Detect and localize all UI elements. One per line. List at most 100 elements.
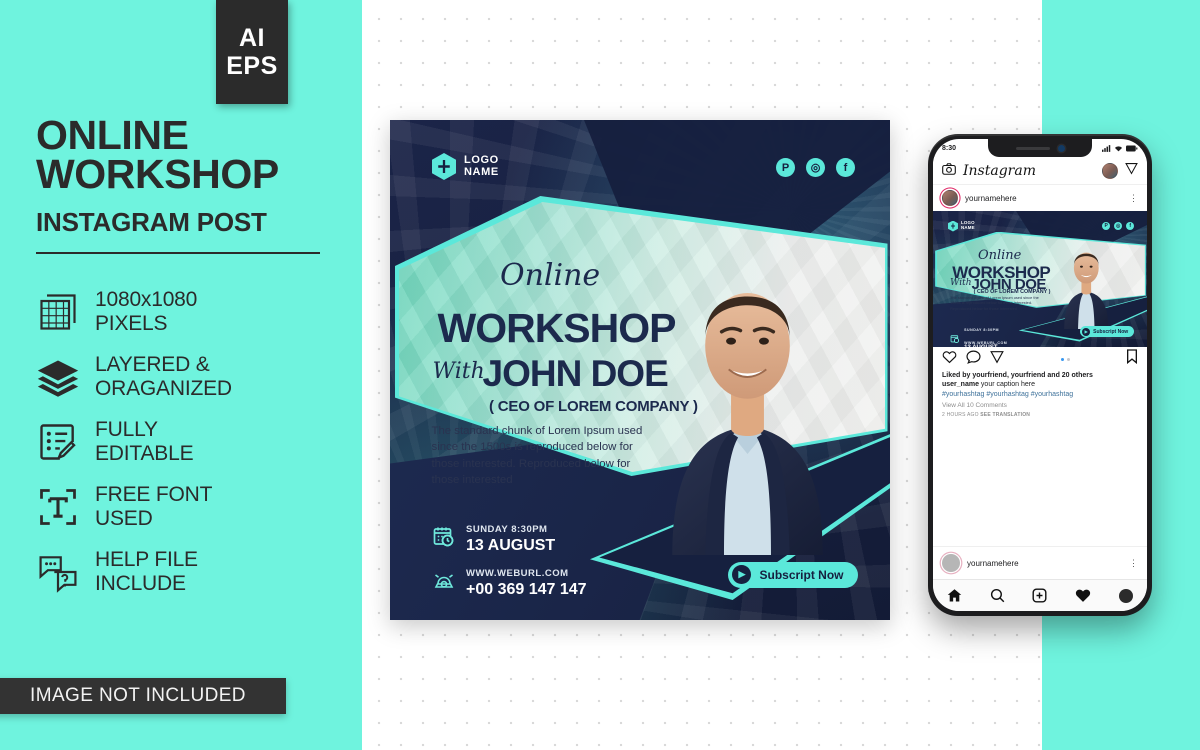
post-date-text: SUNDAY 8:30PM 13 AUGUST bbox=[466, 519, 555, 555]
like-icon[interactable] bbox=[942, 350, 957, 369]
speaker-photo bbox=[1036, 226, 1137, 330]
caption-hashtags[interactable]: #yourhashtag #yourhashtag #yourhashtag bbox=[942, 390, 1138, 399]
feature-item: HELP FILE INCLUDE bbox=[36, 548, 336, 595]
image-not-included-notice: IMAGE NOT INCLUDED bbox=[0, 678, 286, 714]
feature-label: HELP FILE INCLUDE bbox=[95, 548, 198, 595]
file-format-badge: AI EPS bbox=[216, 0, 288, 104]
post-contact-text: WWW.WEBURL.COM +00 369 147 147 bbox=[964, 331, 1009, 347]
search-icon[interactable] bbox=[990, 588, 1005, 603]
post-logo: LOGO NAME bbox=[947, 220, 975, 232]
direct-message-icon[interactable] bbox=[1125, 162, 1138, 180]
layers-icon bbox=[36, 355, 80, 399]
facebook-icon: f bbox=[1126, 221, 1135, 230]
post-with-word: With bbox=[950, 277, 972, 288]
home-icon[interactable] bbox=[947, 588, 962, 603]
post-date-info: SUNDAY 8:30PM 13 AUGUST bbox=[432, 519, 555, 555]
title-divider bbox=[36, 251, 320, 254]
post-meta-row: 2 HOURS AGO SEE TRANSLATION bbox=[942, 412, 1138, 418]
calendar-clock-icon bbox=[432, 525, 456, 549]
post-author-row: yournamehere ⋮ bbox=[933, 185, 1147, 211]
feature-item: FULLY EDITABLE bbox=[36, 418, 336, 465]
post-timestamp: 2 HOURS AGO bbox=[942, 412, 979, 419]
post-contact-text: WWW.WEBURL.COM +00 369 147 147 bbox=[466, 563, 587, 599]
help-chat-icon bbox=[36, 550, 80, 594]
post-date-small: SUNDAY 8:30PM bbox=[466, 524, 548, 535]
edit-document-icon bbox=[36, 420, 80, 464]
feature-item: LAYERED & ORAGANIZED bbox=[36, 353, 336, 400]
phone-mockup: 8:30 Instagram yournamehere ⋮ LOGO NAME … bbox=[928, 134, 1152, 616]
subscribe-button[interactable]: ▶ Subscript Now bbox=[728, 561, 858, 588]
post-headline: WORKSHOP bbox=[437, 305, 677, 351]
feature-label: FULLY EDITABLE bbox=[95, 418, 194, 465]
feature-label: 1080x1080 PIXELS bbox=[95, 288, 198, 335]
play-icon: ▶ bbox=[732, 565, 752, 584]
feature-list: 1080x1080 PIXELS LAYERED & ORAGANIZED FU… bbox=[36, 288, 336, 595]
phone-post-media[interactable]: LOGO NAME P ◎ f Online WORKSHOP With JOH… bbox=[933, 211, 1147, 347]
subscribe-button-label: Subscript Now bbox=[1093, 328, 1129, 335]
logo-text: LOGO NAME bbox=[961, 221, 975, 230]
caption-username[interactable]: user_name bbox=[942, 381, 979, 388]
subscribe-button: ▶ Subscript Now bbox=[1080, 326, 1135, 338]
post-phone-number: +00 369 147 147 bbox=[466, 580, 587, 598]
phone-notch bbox=[988, 139, 1092, 157]
post-with-word: With bbox=[432, 358, 485, 384]
post-body-text: The standard chunk of Lorem Ipsum used s… bbox=[431, 424, 643, 487]
next-author-avatar[interactable] bbox=[942, 554, 960, 572]
page-dot-active bbox=[1060, 357, 1064, 361]
post-script-word: Online bbox=[977, 247, 1022, 263]
free-font-icon bbox=[36, 485, 80, 529]
post-speaker-title: ( CEO OF LOREM COMPANY ) bbox=[973, 288, 1051, 295]
post-action-bar bbox=[933, 347, 1147, 371]
instagram-wordmark: Instagram bbox=[963, 162, 1036, 179]
logo-line-2: NAME bbox=[464, 165, 499, 178]
more-options-icon[interactable]: ⋮ bbox=[1129, 193, 1138, 202]
caption-text: your caption here bbox=[980, 381, 1036, 389]
share-icon[interactable] bbox=[990, 350, 1004, 369]
add-post-icon[interactable] bbox=[1032, 588, 1047, 603]
telephone-icon bbox=[950, 344, 960, 347]
phone-screen: 8:30 Instagram yournamehere ⋮ LOGO NAME … bbox=[933, 139, 1147, 611]
page-title: ONLINE WORKSHOP bbox=[36, 115, 336, 195]
pinterest-icon: P bbox=[1102, 221, 1111, 230]
comment-icon[interactable] bbox=[966, 350, 981, 369]
feature-item: FREE FONT USED bbox=[36, 483, 336, 530]
instagram-post-preview-small: LOGO NAME P ◎ f Online WORKSHOP With JOH… bbox=[933, 211, 1147, 347]
profile-avatar-icon[interactable] bbox=[1102, 162, 1118, 179]
view-all-comments-link[interactable]: View All 10 Comments bbox=[942, 402, 1138, 409]
subscribe-button-label: Subscript Now bbox=[759, 567, 844, 582]
play-icon: ▶ bbox=[1082, 327, 1091, 336]
author-avatar[interactable] bbox=[942, 190, 958, 206]
feature-label: LAYERED & ORAGANIZED bbox=[95, 353, 232, 400]
post-date-big: 13 AUGUST bbox=[466, 537, 556, 554]
lead-copy: ONLINE WORKSHOP INSTAGRAM POST bbox=[36, 115, 336, 254]
badge-format-ai: AI bbox=[239, 23, 265, 52]
page-subtitle: INSTAGRAM POST bbox=[36, 206, 267, 237]
page-dot bbox=[1066, 357, 1070, 361]
bookmark-icon[interactable] bbox=[1126, 349, 1138, 369]
cellular-signal-icon bbox=[1102, 144, 1111, 152]
camera-icon[interactable] bbox=[942, 162, 956, 180]
next-post-author-row: yournamehere ⋮ bbox=[933, 546, 1147, 579]
instagram-post-preview: LOGO NAME P ◎ f Online WORKSHOP With JOH… bbox=[390, 120, 890, 620]
see-translation-link[interactable]: SEE TRANSLATION bbox=[980, 412, 1030, 418]
telephone-icon bbox=[432, 569, 456, 593]
instagram-top-bar: Instagram bbox=[933, 157, 1147, 185]
activity-heart-icon[interactable] bbox=[1075, 588, 1091, 603]
post-body-text: The standard chunk of Lorem Ipsum used s… bbox=[950, 294, 1039, 311]
author-username[interactable]: yournamehere bbox=[965, 194, 1122, 203]
post-speaker-title: ( CEO OF LOREM COMPANY ) bbox=[489, 397, 698, 415]
profile-icon[interactable] bbox=[1119, 588, 1134, 603]
logo-line-1: LOGO bbox=[464, 153, 499, 166]
logo-text: LOGO NAME bbox=[464, 153, 499, 178]
liked-by-text: Liked by yourfriend, yourfriend and 20 o… bbox=[942, 372, 1093, 379]
post-contact-info: WWW.WEBURL.COM +00 369 147 147 bbox=[432, 563, 587, 599]
next-author-username[interactable]: yournamehere bbox=[967, 559, 1122, 568]
status-time: 8:30 bbox=[942, 144, 957, 152]
more-options-icon[interactable]: ⋮ bbox=[1129, 558, 1138, 567]
pinterest-icon[interactable]: P bbox=[776, 158, 795, 177]
logo-mark-icon bbox=[947, 220, 958, 232]
facebook-icon[interactable]: f bbox=[836, 158, 855, 177]
battery-icon bbox=[1126, 145, 1138, 151]
instagram-icon: ◎ bbox=[1114, 221, 1123, 230]
instagram-icon[interactable]: ◎ bbox=[806, 158, 825, 177]
